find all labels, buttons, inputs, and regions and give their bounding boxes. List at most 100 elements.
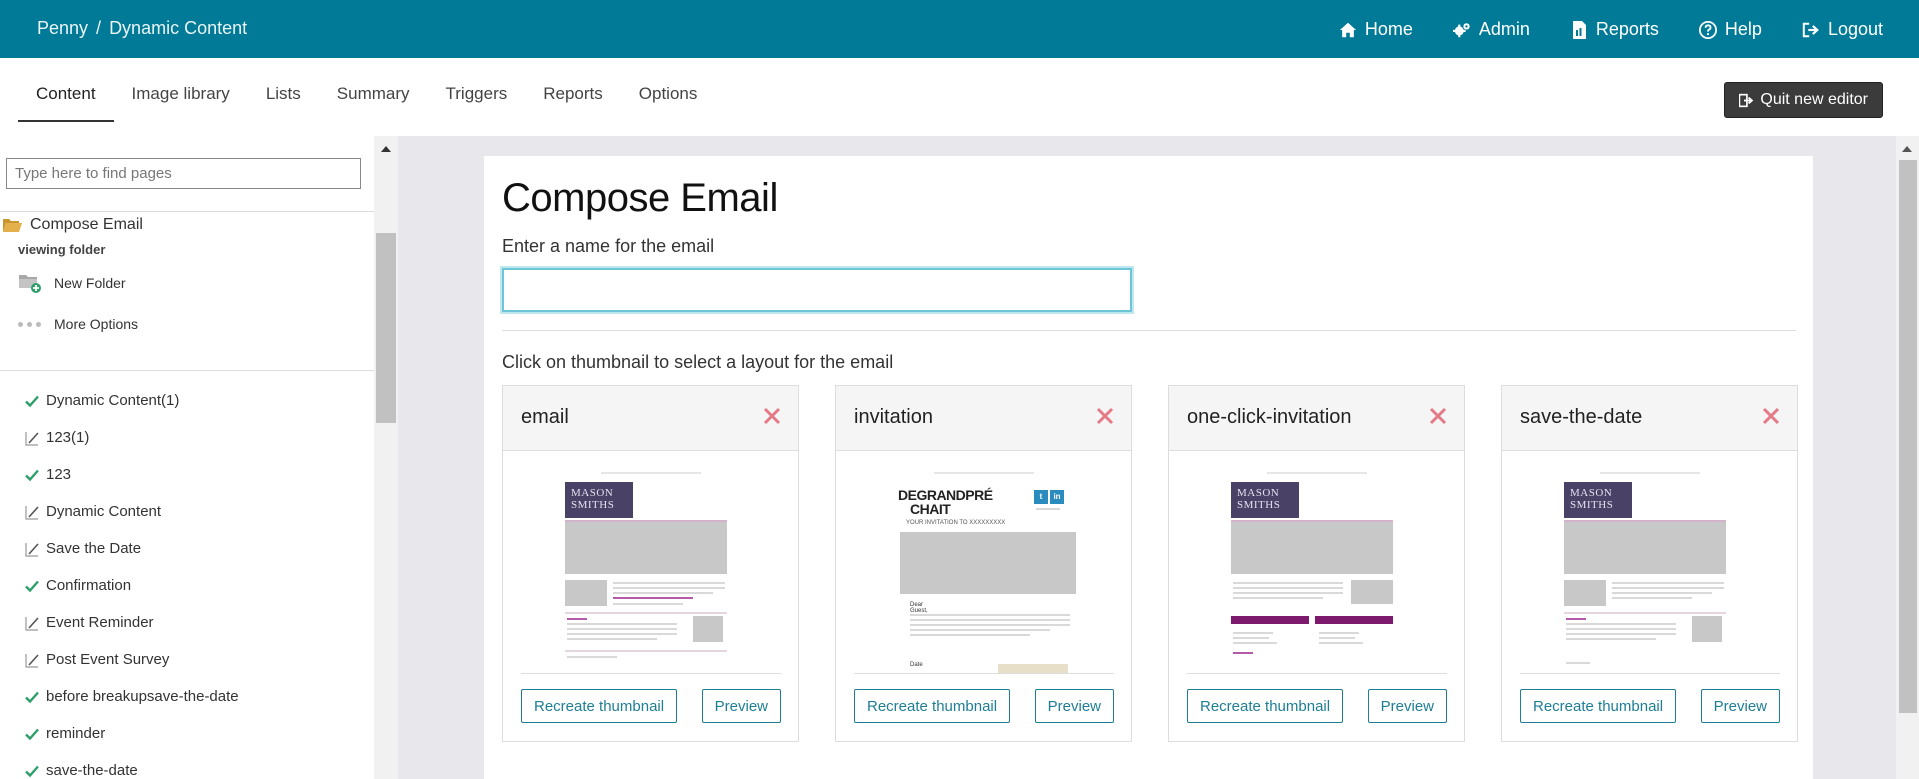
nav-home-label: Home	[1364, 19, 1413, 39]
close-icon[interactable]	[1761, 406, 1781, 426]
tab-options[interactable]: Options	[621, 84, 716, 122]
edit-page-icon	[25, 653, 39, 668]
compose-panel: Compose Email Enter a name for the email…	[484, 156, 1813, 779]
cogs-icon	[1452, 22, 1470, 37]
card-buttons: Recreate thumbnail Preview	[854, 689, 1114, 723]
check-icon	[25, 469, 39, 481]
email-name-label: Enter a name for the email	[502, 236, 715, 256]
layout-card-email: email MASON SMITHS Recreate thumbnail Pr…	[502, 385, 799, 742]
page-label: Event Reminder	[46, 614, 154, 631]
card-buttons: Recreate thumbnail Preview	[521, 689, 781, 723]
quit-new-editor-button[interactable]: Quit new editor	[1724, 82, 1883, 118]
nav-admin[interactable]: Admin	[1452, 19, 1530, 40]
decline-bar	[1315, 616, 1393, 624]
page-search-input[interactable]	[6, 158, 361, 189]
layout-thumbnail[interactable]: MASON SMITHS	[1187, 466, 1447, 674]
page-list-item[interactable]: 123(1)	[24, 419, 364, 456]
page-label: 123	[46, 466, 72, 483]
layout-thumbnail[interactable]: DEGRANDPRÉ CHAIT t in YOUR INVITATION TO …	[854, 466, 1114, 674]
edit-page-icon	[25, 431, 39, 446]
nav-reports[interactable]: Reports	[1570, 19, 1659, 40]
preview-button[interactable]: Preview	[1367, 689, 1447, 723]
page-list-item[interactable]: Save the Date	[24, 530, 364, 567]
layout-thumbnail[interactable]: MASON SMITHS	[521, 466, 781, 674]
tab-list: Content Image library Lists Summary Trig…	[18, 84, 715, 122]
scroll-thumb[interactable]	[1899, 160, 1917, 713]
scroll-up-arrow[interactable]	[1902, 146, 1912, 152]
breadcrumb-root[interactable]: Penny	[37, 18, 88, 38]
recreate-thumbnail-button[interactable]: Recreate thumbnail	[854, 689, 1011, 723]
sidebar-scrollbar[interactable]	[374, 136, 398, 779]
page-list-item[interactable]: reminder	[24, 715, 364, 752]
nav-logout[interactable]: Logout	[1802, 19, 1883, 40]
page-label: Post Event Survey	[46, 651, 170, 668]
main-scrollbar[interactable]	[1896, 136, 1919, 779]
nav-admin-label: Admin	[1478, 19, 1530, 39]
home-icon	[1339, 22, 1356, 37]
breadcrumb-current[interactable]: Dynamic Content	[109, 18, 247, 38]
preview-button[interactable]: Preview	[1700, 689, 1780, 723]
card-header: invitation	[836, 386, 1131, 451]
accept-bar	[1231, 616, 1309, 624]
thumbnail-logo: MASON SMITHS	[565, 482, 633, 518]
nav-reports-label: Reports	[1595, 19, 1659, 39]
layout-card-save-the-date: save-the-date MASON SMITHS Recreate thum…	[1501, 385, 1798, 742]
nav-home[interactable]: Home	[1339, 19, 1413, 40]
report-icon	[1572, 20, 1586, 39]
close-icon[interactable]	[762, 406, 782, 426]
new-folder-button[interactable]: New Folder	[18, 272, 126, 294]
card-header: one-click-invitation	[1169, 386, 1464, 451]
page-list-item[interactable]: Dynamic Content(1)	[24, 382, 364, 419]
check-icon	[25, 728, 39, 740]
page-list-item[interactable]: Event Reminder	[24, 604, 364, 641]
recreate-thumbnail-button[interactable]: Recreate thumbnail	[1520, 689, 1677, 723]
recreate-thumbnail-button[interactable]: Recreate thumbnail	[521, 689, 678, 723]
card-title: one-click-invitation	[1187, 406, 1352, 428]
page-label: Save the Date	[46, 540, 142, 557]
help-icon	[1698, 20, 1717, 39]
edit-page-icon	[25, 616, 39, 631]
scroll-thumb[interactable]	[376, 233, 396, 423]
page-label: save-the-date	[46, 762, 138, 779]
page-list-item[interactable]: Dynamic Content	[24, 493, 364, 530]
preview-button[interactable]: Preview	[1034, 689, 1114, 723]
invitation-line: YOUR INVITATION TO XXXXXXXXX	[906, 520, 1006, 526]
card-title: save-the-date	[1520, 406, 1643, 428]
tab-triggers[interactable]: Triggers	[428, 84, 526, 122]
panel-divider	[502, 330, 1796, 331]
layout-card-invitation: invitation DEGRANDPRÉ CHAIT t in YOUR INV…	[835, 385, 1132, 742]
check-icon	[25, 765, 39, 777]
tab-reports[interactable]: Reports	[525, 84, 621, 122]
layout-thumbnail[interactable]: MASON SMITHS	[1520, 466, 1780, 674]
tab-image-library[interactable]: Image library	[114, 84, 248, 122]
page-list-item[interactable]: before breakupsave-the-date	[24, 678, 364, 715]
sidebar-divider	[0, 211, 374, 212]
folder-compose-email[interactable]: Compose Email	[2, 216, 143, 234]
page-title: Compose Email	[502, 176, 778, 220]
tab-lists[interactable]: Lists	[248, 84, 319, 122]
check-icon	[25, 580, 39, 592]
close-icon[interactable]	[1428, 406, 1448, 426]
scroll-up-arrow[interactable]	[381, 146, 391, 152]
page-list-item[interactable]: 123	[24, 456, 364, 493]
tab-content[interactable]: Content	[18, 84, 114, 122]
thumbnail-logo: DEGRANDPRÉ CHAIT	[898, 487, 993, 517]
linkedin-icon: in	[1050, 490, 1064, 504]
card-header: save-the-date	[1502, 386, 1797, 451]
recreate-thumbnail-button[interactable]: Recreate thumbnail	[1187, 689, 1344, 723]
layout-cards: email MASON SMITHS Recreate thumbnail Pr…	[502, 385, 1798, 742]
page-list-item[interactable]: Confirmation	[24, 567, 364, 604]
nav-help[interactable]: Help	[1698, 19, 1762, 40]
page-label: 123(1)	[46, 429, 90, 446]
quit-new-editor-label: Quit new editor	[1760, 91, 1868, 108]
preview-button[interactable]: Preview	[701, 689, 781, 723]
breadcrumb-separator: /	[96, 18, 102, 38]
page-label: Confirmation	[46, 577, 132, 594]
more-options-button[interactable]: More Options	[18, 316, 138, 332]
page-label: before breakupsave-the-date	[46, 688, 239, 705]
close-icon[interactable]	[1095, 406, 1115, 426]
page-list-item[interactable]: save-the-date	[24, 752, 364, 779]
tab-summary[interactable]: Summary	[319, 84, 428, 122]
page-list-item[interactable]: Post Event Survey	[24, 641, 364, 678]
email-name-input[interactable]	[502, 268, 1132, 312]
